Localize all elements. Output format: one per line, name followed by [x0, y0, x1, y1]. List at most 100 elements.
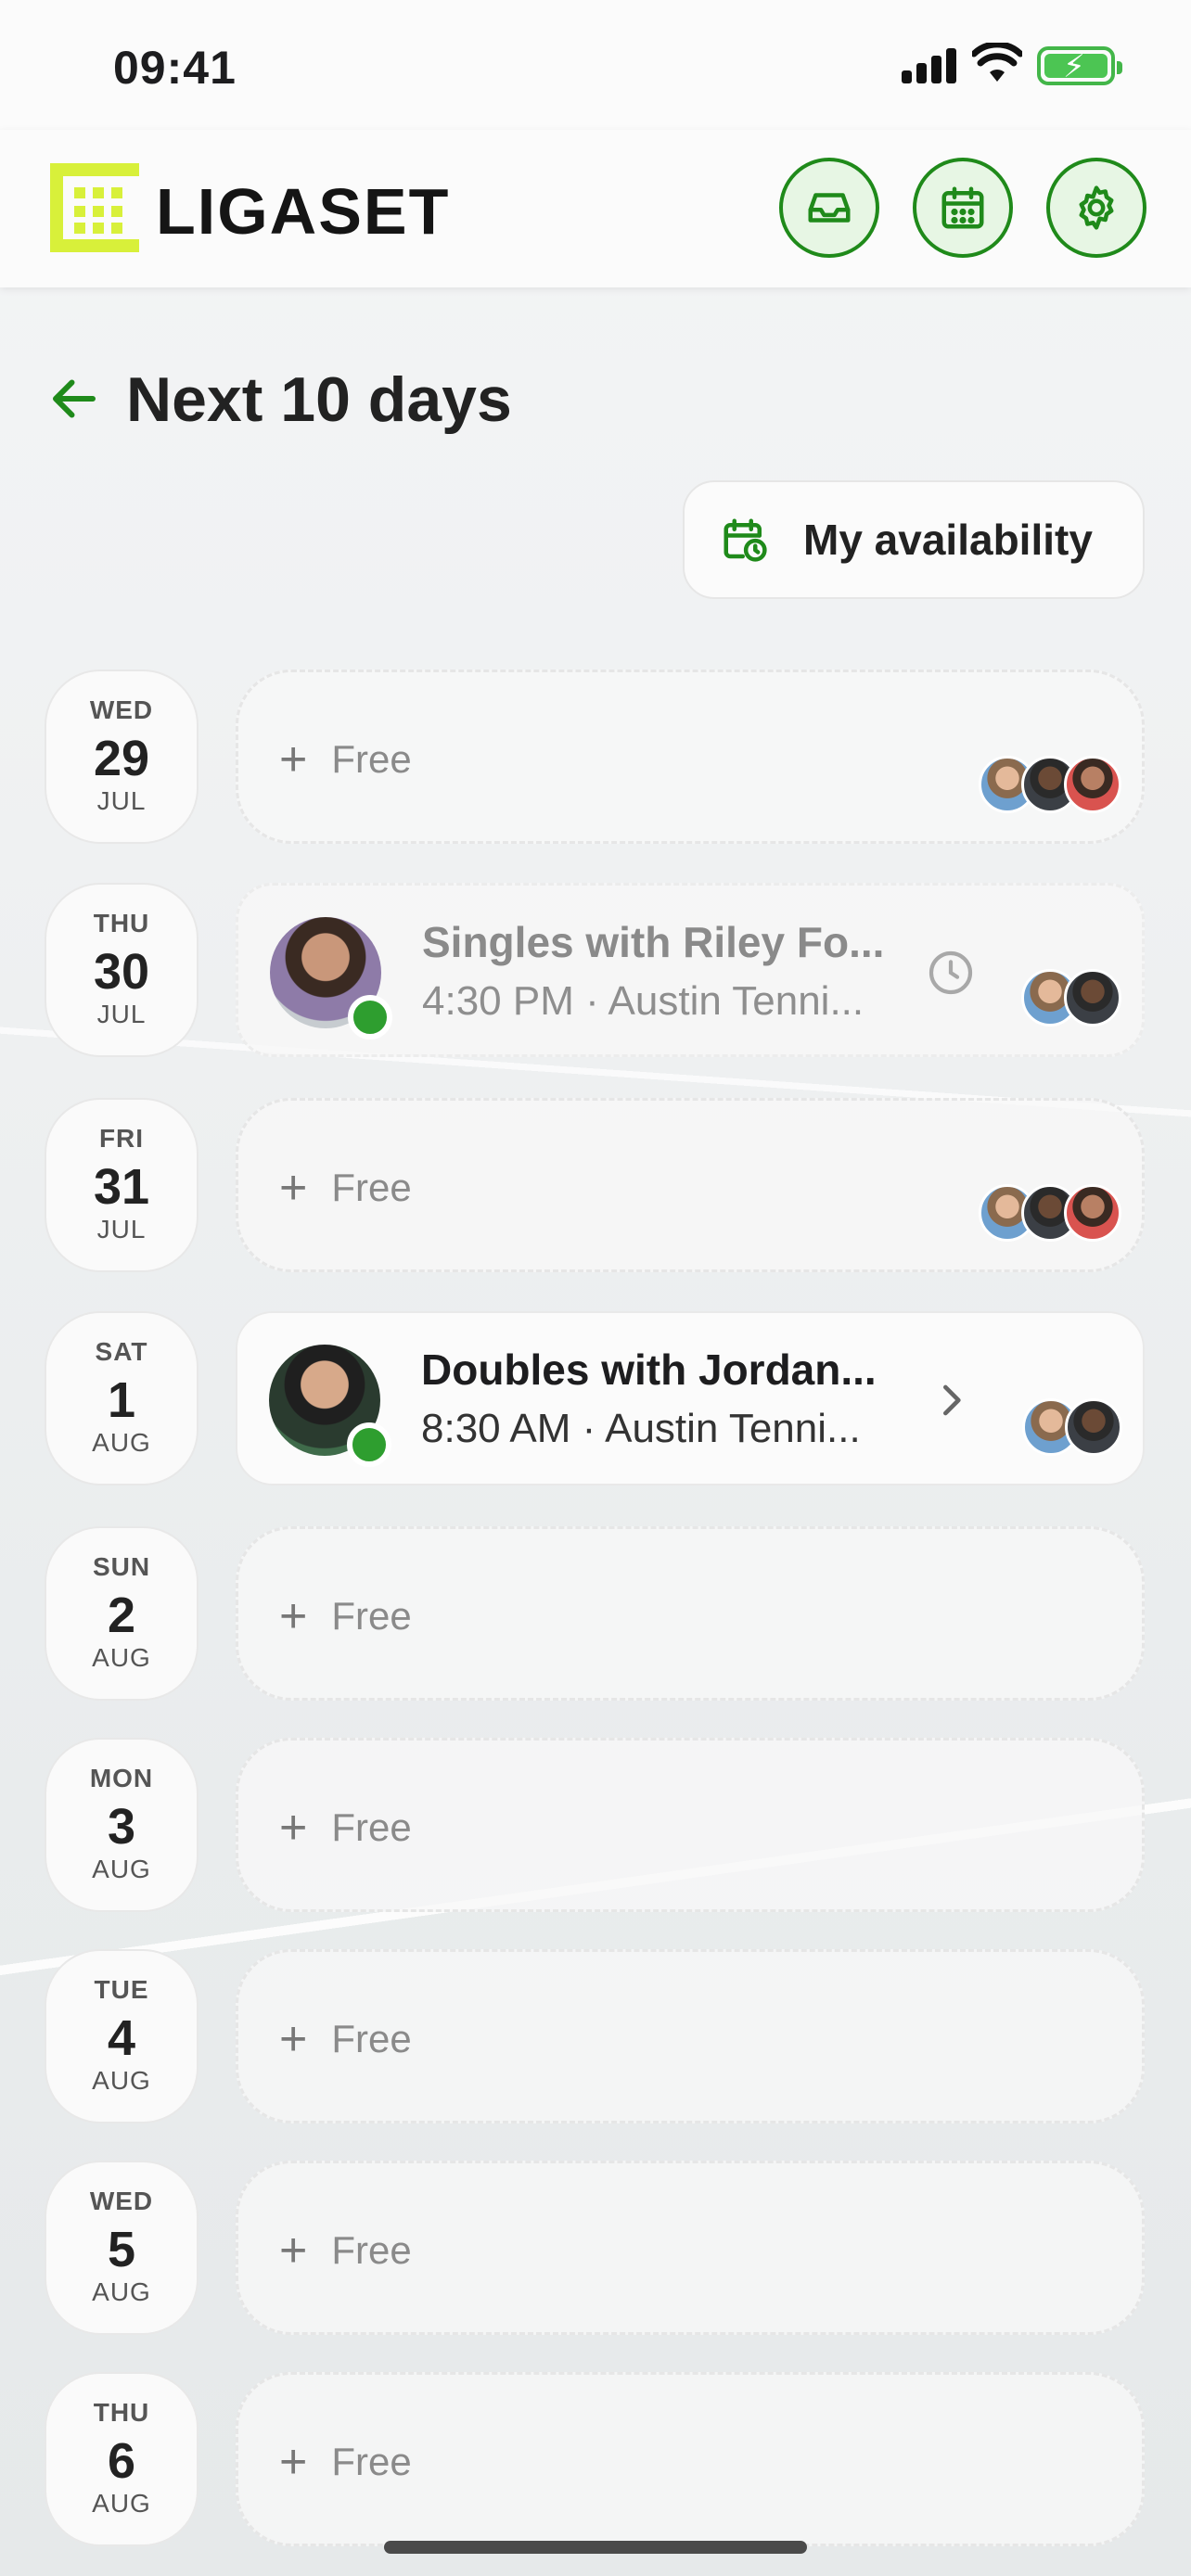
day-number: 5	[107, 2222, 136, 2277]
my-availability-button[interactable]: My availability	[683, 480, 1145, 599]
settings-button[interactable]	[1046, 158, 1146, 258]
date-chip: WED 5 AUG	[45, 2161, 198, 2335]
day-of-week: FRI	[98, 1124, 145, 1153]
free-label: Free	[331, 1805, 412, 1849]
day-of-week: THU	[93, 2398, 150, 2427]
wifi-icon	[972, 43, 1022, 82]
calendar-button[interactable]	[913, 158, 1013, 258]
day-of-week: TUE	[94, 1975, 149, 2004]
ligaset-logo-icon	[50, 163, 139, 252]
date-chip: WED 29 JUL	[45, 670, 198, 844]
tennis-ball-icon	[348, 995, 392, 1039]
month: JUL	[96, 1000, 147, 1028]
cellular-signal-icon	[902, 48, 957, 83]
free-label: Free	[331, 1594, 412, 1638]
match-card-past[interactable]: Singles with Riley Fo... 4:30 PM · Austi…	[236, 883, 1145, 1057]
date-chip: SAT 1 AUG	[45, 1311, 198, 1486]
my-availability-label: My availability	[803, 516, 1093, 564]
match-title: Doubles with Jordan...	[421, 1345, 877, 1394]
free-label: Free	[331, 737, 412, 781]
free-slot[interactable]: + Free	[236, 1098, 1145, 1272]
attendee-avatars	[1022, 1398, 1122, 1456]
day-number: 2	[107, 1588, 136, 1643]
day-row: SAT 1 AUG Doubles with Jordan... 8:30 AM…	[45, 1311, 1145, 1487]
chevron-right-icon	[943, 1384, 961, 1416]
avatar	[1064, 969, 1121, 1027]
day-number: 4	[107, 2010, 136, 2066]
back-arrow-icon[interactable]	[46, 371, 102, 427]
month: JUL	[96, 786, 147, 815]
free-slot[interactable]: + Free	[236, 1949, 1145, 2123]
match-card-upcoming[interactable]: Doubles with Jordan... 8:30 AM · Austin …	[236, 1311, 1145, 1486]
free-slot[interactable]: + Free	[236, 1738, 1145, 1912]
free-label: Free	[331, 2228, 412, 2272]
clock-icon	[928, 950, 973, 995]
date-chip: THU 30 JUL	[45, 883, 198, 1057]
day-of-week: WED	[89, 695, 154, 724]
avatar	[1064, 1184, 1121, 1242]
plus-icon: +	[279, 1589, 308, 1643]
day-of-week: MON	[89, 1764, 154, 1792]
free-label: Free	[331, 1166, 412, 1209]
date-chip: TUE 4 AUG	[45, 1949, 198, 2123]
inbox-icon	[808, 193, 851, 223]
attendee-avatars	[979, 756, 1121, 813]
day-row: WED 29 JUL + Free	[45, 670, 1145, 846]
month: AUG	[92, 1643, 151, 1672]
gear-icon	[1079, 185, 1114, 230]
tennis-ball-icon	[347, 1422, 391, 1467]
calendar-icon	[941, 186, 984, 229]
date-chip: THU 6 AUG	[45, 2372, 198, 2546]
day-row: TUE 4 AUG + Free	[45, 1949, 1145, 2125]
day-of-week: WED	[89, 2187, 154, 2215]
month: AUG	[92, 1855, 151, 1883]
home-indicator	[384, 2541, 807, 2554]
month: JUL	[96, 1215, 147, 1243]
day-of-week: SAT	[95, 1337, 148, 1366]
month: AUG	[92, 1428, 151, 1457]
page-title: Next 10 days	[126, 364, 512, 435]
plus-icon: +	[279, 1161, 308, 1215]
day-number: 3	[107, 1799, 136, 1855]
date-chip: MON 3 AUG	[45, 1738, 198, 1912]
status-time: 09:41	[113, 42, 237, 94]
day-number: 1	[107, 1372, 136, 1428]
inbox-button[interactable]	[779, 158, 879, 258]
day-row: SUN 2 AUG + Free	[45, 1526, 1145, 1702]
day-row: THU 6 AUG + Free	[45, 2372, 1145, 2548]
plus-icon: +	[279, 2224, 308, 2277]
month: AUG	[92, 2277, 151, 2306]
battery-icon: ⚡	[1037, 46, 1122, 85]
free-slot[interactable]: + Free	[236, 1526, 1145, 1701]
match-details: 8:30 AM · Austin Tenni...	[421, 1406, 861, 1451]
date-chip: SUN 2 AUG	[45, 1526, 198, 1701]
match-title: Singles with Riley Fo...	[422, 918, 885, 966]
plus-icon: +	[279, 733, 308, 786]
day-number: 6	[107, 2433, 136, 2489]
day-number: 29	[93, 731, 150, 786]
app-brand: LIGASET	[156, 175, 451, 248]
plus-icon: +	[279, 1801, 308, 1855]
date-chip: FRI 31 JUL	[45, 1098, 198, 1272]
month: AUG	[92, 2489, 151, 2518]
day-number: 30	[93, 944, 150, 1000]
day-row: MON 3 AUG + Free	[45, 1738, 1145, 1914]
month: AUG	[92, 2066, 151, 2095]
day-row: THU 30 JUL Singles with Riley Fo... 4:30…	[45, 883, 1145, 1059]
plus-icon: +	[279, 2435, 308, 2489]
free-slot[interactable]: + Free	[236, 670, 1145, 844]
day-of-week: SUN	[92, 1552, 151, 1581]
status-bar: 09:41 ⚡	[0, 0, 1191, 130]
day-row: WED 5 AUG + Free	[45, 2161, 1145, 2337]
calendar-clock-icon	[724, 518, 767, 562]
app-header: LIGASET	[0, 130, 1191, 287]
day-number: 31	[93, 1159, 150, 1215]
day-of-week: THU	[93, 909, 150, 937]
free-slot[interactable]: + Free	[236, 2372, 1145, 2546]
free-slot[interactable]: + Free	[236, 2161, 1145, 2335]
plus-icon: +	[279, 2012, 308, 2066]
attendee-avatars	[1021, 969, 1121, 1027]
match-details: 4:30 PM · Austin Tenni...	[422, 978, 864, 1024]
day-row: FRI 31 JUL + Free	[45, 1098, 1145, 1274]
free-label: Free	[331, 2017, 412, 2060]
